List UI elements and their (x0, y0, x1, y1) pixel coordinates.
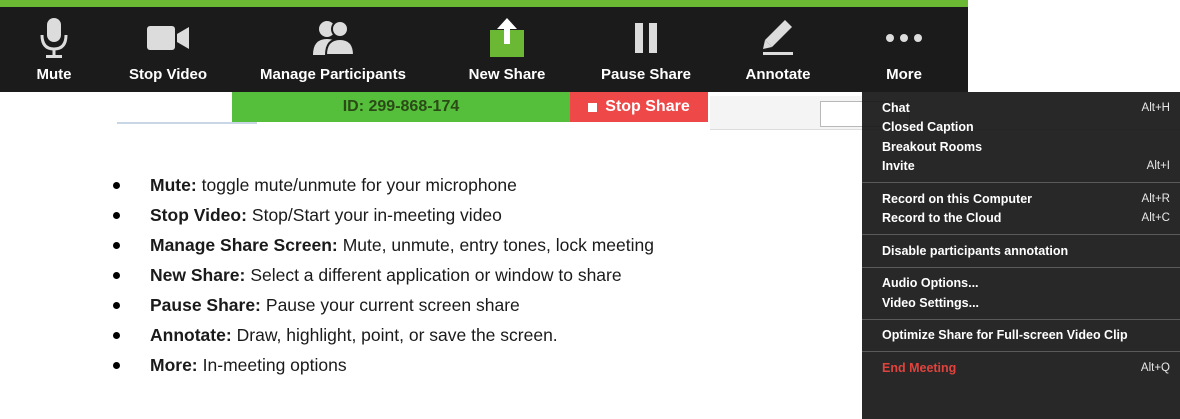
menu-divider (862, 318, 1180, 320)
menu-item-record-cloud[interactable]: Record to the Cloud Alt+C (862, 209, 1180, 229)
more-dots-icon (882, 16, 926, 60)
bullet-icon (113, 271, 120, 279)
mute-button[interactable]: Mute (0, 7, 108, 92)
list-item: Pause Share: Pause your current screen sh… (113, 290, 853, 320)
mute-label: Mute (36, 66, 72, 83)
pause-share-button[interactable]: Pause Share (576, 7, 716, 92)
list-item: Annotate: Draw, highlight, point, or save… (113, 320, 853, 350)
stop-square-icon (588, 102, 598, 112)
list-item: Stop Video: Stop/Start your in-meeting vi… (113, 200, 853, 230)
manage-participants-button[interactable]: Manage Participants (228, 7, 438, 92)
menu-item-closed-caption[interactable]: Closed Caption (862, 118, 1180, 138)
feature-description-list: Mute: toggle mute/unmute for your microph… (113, 170, 853, 380)
pause-share-label: Pause Share (600, 66, 692, 83)
menu-item-chat[interactable]: Chat Alt+H (862, 98, 1180, 118)
bullet-icon (113, 211, 120, 219)
list-item: Mute: toggle mute/unmute for your microph… (113, 170, 853, 200)
menu-divider (862, 234, 1180, 235)
participants-icon (311, 16, 355, 60)
bullet-icon (113, 331, 120, 339)
menu-item-invite[interactable]: Invite Alt+I (862, 157, 1180, 177)
menu-divider (862, 351, 1180, 352)
new-share-button[interactable]: New Share (438, 7, 576, 92)
menu-divider (862, 266, 1180, 268)
meeting-id-bar: ID: 299-868-174 (232, 92, 570, 122)
menu-item-audio-options[interactable]: Audio Options... (862, 274, 1180, 294)
bullet-icon (113, 241, 120, 249)
menu-divider (862, 182, 1180, 183)
menu-item-end-meeting[interactable]: End Meeting Alt+Q (862, 358, 1180, 378)
menu-item-optimize-share[interactable]: Optimize Share for Full-screen Video Cli… (862, 326, 1180, 346)
stop-share-button[interactable]: Stop Share (570, 92, 708, 122)
more-menu: Chat Alt+H Closed Caption Breakout Rooms … (862, 92, 1180, 419)
more-label: More (886, 66, 922, 83)
list-item: New Share: Select a different application… (113, 260, 853, 290)
stop-share-label: Stop Share (605, 98, 690, 115)
more-button[interactable]: More (840, 7, 968, 92)
bullet-icon (113, 301, 120, 309)
microphone-icon (32, 16, 76, 60)
menu-item-video-settings[interactable]: Video Settings... (862, 293, 1180, 313)
stop-video-button[interactable]: Stop Video (108, 7, 228, 92)
share-screen-icon (485, 16, 529, 60)
list-item: More: In-meeting options (113, 350, 853, 380)
pause-icon (624, 16, 668, 60)
video-camera-icon (146, 16, 190, 60)
document-underline (117, 122, 257, 124)
new-share-label: New Share (468, 66, 546, 83)
menu-item-disable-annotation[interactable]: Disable participants annotation (862, 241, 1180, 261)
stop-video-label: Stop Video (128, 66, 208, 83)
bullet-icon (113, 181, 120, 189)
menu-item-record-local[interactable]: Record on this Computer Alt+R (862, 189, 1180, 209)
menu-item-breakout-rooms[interactable]: Breakout Rooms (862, 137, 1180, 157)
annotate-button[interactable]: Annotate (716, 7, 840, 92)
list-item: Manage Share Screen: Mute, unmute, entry … (113, 230, 853, 260)
annotate-label: Annotate (745, 66, 811, 83)
bullet-icon (113, 361, 120, 369)
meeting-toolbar: Mute Stop Video Manage Participants New … (0, 0, 968, 92)
manage-participants-label: Manage Participants (260, 66, 406, 83)
pencil-icon (756, 16, 800, 60)
